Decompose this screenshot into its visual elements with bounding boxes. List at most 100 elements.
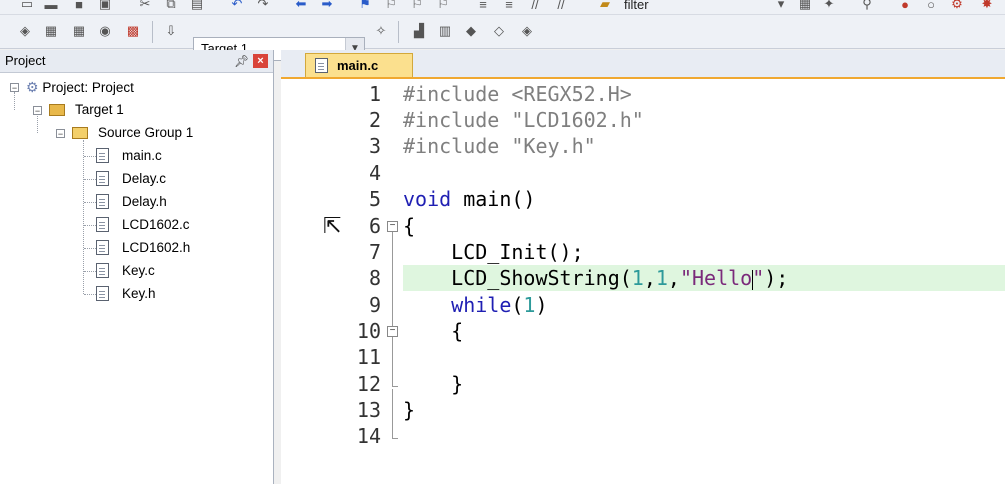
- c-file-icon: [96, 171, 109, 186]
- tree-line: [84, 248, 96, 249]
- rebuild-icon[interactable]: ▦: [70, 23, 88, 39]
- code-line-6[interactable]: {: [403, 213, 1005, 239]
- mouse-pointer-icon: ⇱: [323, 213, 342, 238]
- tree-source-group[interactable]: Source Group 1: [72, 122, 193, 144]
- code-line-3[interactable]: #include "Key.h": [403, 133, 1005, 159]
- save-icon[interactable]: ■: [70, 0, 88, 12]
- code-line-14[interactable]: [403, 423, 1005, 449]
- uncomment-icon[interactable]: //: [552, 0, 570, 12]
- tree-file-item[interactable]: main.c: [96, 145, 162, 167]
- tree-line: [84, 225, 96, 226]
- tree-file-item[interactable]: LCD1602.h: [96, 237, 190, 259]
- select-packs-icon[interactable]: ◆: [462, 23, 480, 39]
- tree-file-item[interactable]: Key.h: [96, 283, 156, 305]
- code-line-13[interactable]: }: [403, 397, 1005, 423]
- find-next-icon[interactable]: ✦: [820, 0, 838, 12]
- prev-bookmark-icon[interactable]: ⚐: [382, 0, 400, 12]
- tools-icon[interactable]: ✸: [978, 0, 996, 12]
- line-number: 3: [368, 134, 381, 158]
- tree-file-item[interactable]: Delay.h: [96, 191, 167, 213]
- project-panel: Project 📌︎ × − ⚙︎ Project: Project − Tar…: [0, 50, 274, 484]
- pin-icon[interactable]: 📌︎: [234, 50, 249, 72]
- tree-file-item[interactable]: Key.c: [96, 260, 155, 282]
- clear-bookmarks-icon[interactable]: ⚐: [434, 0, 452, 12]
- tree-line: [84, 156, 96, 157]
- fold-line: [392, 232, 393, 332]
- nav-back-icon[interactable]: ⬅: [292, 0, 310, 12]
- filter-combo[interactable]: filter: [624, 0, 649, 12]
- debug-start-icon[interactable]: ●: [896, 0, 914, 12]
- code-line-12[interactable]: }: [403, 371, 1005, 397]
- code-line-7[interactable]: LCD_Init();: [403, 239, 1005, 265]
- unindent-icon[interactable]: ≡: [500, 0, 518, 12]
- line-number: 1: [368, 82, 381, 106]
- combo-dropdown-icon[interactable]: ▾: [772, 0, 790, 12]
- find-icon[interactable]: ▦: [796, 0, 814, 12]
- manage-project-items-icon[interactable]: ▟: [410, 23, 428, 39]
- collapse-icon[interactable]: −: [10, 83, 19, 93]
- code-line-2[interactable]: #include "LCD1602.h": [403, 107, 1005, 133]
- code-line-11[interactable]: [403, 344, 1005, 370]
- batch-build-icon[interactable]: ◉: [96, 23, 114, 39]
- undo-icon[interactable]: ↶: [228, 0, 246, 12]
- redo-icon[interactable]: ↷: [254, 0, 272, 12]
- c-file-icon: [96, 217, 109, 232]
- build-icon[interactable]: ▦: [42, 23, 60, 39]
- code-text: }: [403, 398, 416, 422]
- pack-installer-icon[interactable]: ◈: [518, 23, 536, 39]
- file-extensions-icon[interactable]: ▥: [436, 23, 454, 39]
- file-label: LCD1602.h: [122, 240, 191, 255]
- h-file-icon: [96, 194, 109, 209]
- tree-line: [84, 202, 96, 203]
- new-file-icon[interactable]: ▭: [18, 0, 36, 12]
- fold-end: [392, 438, 398, 439]
- code-area[interactable]: 1 2 3 4 5 6 7 8 9 10 11 12 13 14 ⇱ − − #…: [281, 79, 1005, 484]
- cut-icon[interactable]: ✂: [136, 0, 154, 12]
- line-number: 11: [356, 345, 381, 369]
- open-folder-icon[interactable]: ▬: [42, 0, 60, 12]
- tab-main-c[interactable]: main.c: [305, 53, 413, 77]
- preprocessor-text: #include "LCD1602.h": [403, 108, 644, 132]
- line-number: 7: [368, 240, 381, 264]
- collapse-icon[interactable]: −: [33, 106, 42, 116]
- paste-icon[interactable]: ▤: [188, 0, 206, 12]
- breakpoint-icon[interactable]: ○: [922, 0, 940, 12]
- code-line-4[interactable]: [403, 160, 1005, 186]
- indent-icon[interactable]: ≡: [474, 0, 492, 12]
- copy-icon[interactable]: ⧉: [162, 0, 180, 12]
- main-toolbar: ▭ ▬ ■ ▣ ✂ ⧉ ▤ ↶ ↷ ⬅ ➡ ⚑ ⚐ ⚐ ⚐ ≡ ≡ // // …: [0, 0, 1005, 15]
- line-number: 14: [356, 424, 381, 448]
- code-line-9[interactable]: while(1): [403, 292, 1005, 318]
- close-icon[interactable]: ×: [253, 54, 268, 68]
- translate-icon[interactable]: ◈: [16, 23, 34, 39]
- debug-options-icon[interactable]: ⚙: [948, 0, 966, 12]
- next-bookmark-icon[interactable]: ⚐: [408, 0, 426, 12]
- save-all-icon[interactable]: ▣: [96, 0, 114, 12]
- code-line-8-current[interactable]: LCD_ShowString(1,1,"Hello");: [403, 265, 1005, 291]
- number-literal: 1: [523, 293, 536, 317]
- code-text: (: [511, 293, 524, 317]
- stop-build-icon[interactable]: ▩: [124, 23, 142, 39]
- download-icon[interactable]: ⇩: [162, 23, 180, 39]
- tree-file-item[interactable]: Delay.c: [96, 168, 166, 190]
- find-in-files-icon[interactable]: ▰: [596, 0, 614, 12]
- tree-project-root[interactable]: ⚙︎ Project: Project: [26, 76, 134, 98]
- manage-runtime-icon[interactable]: ◇: [490, 23, 508, 39]
- tree-target[interactable]: Target 1: [49, 99, 124, 121]
- collapse-icon[interactable]: −: [56, 129, 65, 139]
- fold-collapse-icon[interactable]: −: [387, 221, 398, 232]
- comment-icon[interactable]: //: [526, 0, 544, 12]
- code-line-10[interactable]: {: [403, 318, 1005, 344]
- nav-forward-icon[interactable]: ➡: [318, 0, 336, 12]
- options-for-target-icon[interactable]: ✧: [372, 23, 390, 39]
- zoom-icon[interactable]: ⚲: [858, 0, 876, 12]
- tree-file-item[interactable]: LCD1602.c: [96, 214, 190, 236]
- fold-collapse-icon[interactable]: −: [387, 326, 398, 337]
- code-line-5[interactable]: void main(): [403, 186, 1005, 212]
- separator: [152, 21, 153, 43]
- file-label: LCD1602.c: [122, 217, 190, 232]
- code-text: LCD_ShowString(: [403, 266, 632, 290]
- preprocessor-text: #include <REGX52.H>: [403, 82, 632, 106]
- code-line-1[interactable]: #include <REGX52.H>: [403, 81, 1005, 107]
- bookmark-icon[interactable]: ⚑: [356, 0, 374, 12]
